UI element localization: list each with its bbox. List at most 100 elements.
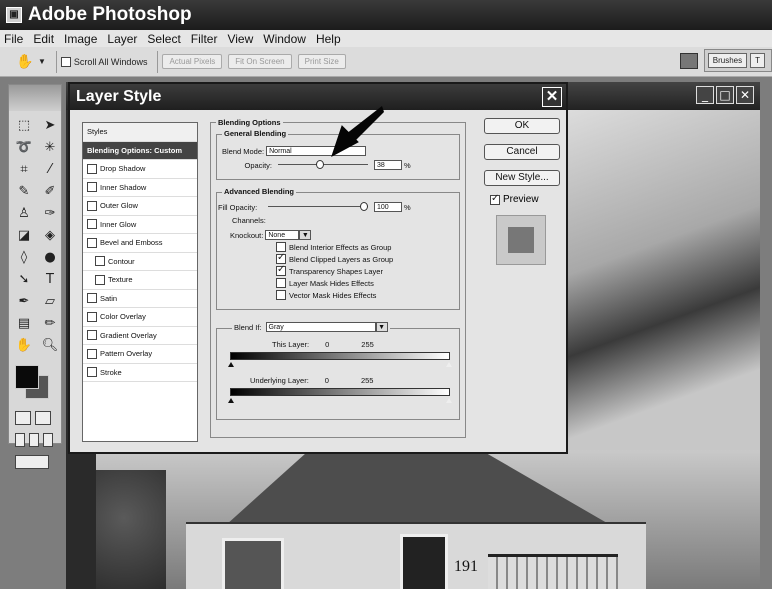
blur-tool-icon[interactable]: ◊ (12, 247, 36, 267)
outer-glow-checkbox[interactable] (87, 200, 97, 211)
style-gradient-overlay[interactable]: Gradient Overlay (83, 327, 197, 345)
style-color-overlay[interactable]: Color Overlay (83, 308, 197, 327)
magic-wand-tool-icon[interactable]: ✳ (38, 137, 62, 157)
chevron-down-icon[interactable]: ▼ (375, 322, 388, 332)
slice-tool-icon[interactable]: ⁄ (38, 159, 62, 179)
satin-checkbox[interactable] (87, 293, 97, 304)
crop-tool-icon[interactable]: ⌗ (12, 159, 36, 179)
fill-opacity-slider[interactable] (268, 202, 368, 212)
opacity-input[interactable]: 38 (374, 160, 402, 170)
underlying-black-handle[interactable] (228, 398, 234, 403)
marquee-tool-icon[interactable]: ⬚ (12, 115, 36, 135)
feather-icon[interactable] (9, 85, 61, 111)
jump-to-imageready-icon[interactable] (15, 455, 49, 469)
standard-mode-icon[interactable] (15, 411, 31, 425)
move-tool-icon[interactable]: ➤ (38, 115, 62, 135)
bevel-emboss-checkbox[interactable] (87, 237, 97, 248)
blend-interior-effects-checkbox[interactable] (276, 242, 286, 252)
vector-mask-hides-checkbox[interactable] (276, 290, 286, 300)
menu-layer[interactable]: Layer (107, 32, 137, 46)
screen-mode-standard-icon[interactable] (15, 433, 25, 447)
texture-checkbox[interactable] (95, 274, 105, 285)
eraser-tool-icon[interactable]: ◪ (12, 225, 36, 245)
fit-on-screen-button[interactable]: Fit On Screen (228, 54, 292, 69)
hand-tool-icon[interactable]: ✋ (12, 335, 36, 355)
new-style-button[interactable]: New Style... (484, 170, 560, 186)
gradient-overlay-checkbox[interactable] (87, 330, 97, 341)
zoom-tool-icon[interactable]: 🔍︎ (38, 335, 62, 355)
actual-pixels-button[interactable]: Actual Pixels (162, 54, 223, 69)
menu-select[interactable]: Select (147, 32, 180, 46)
stamp-tool-icon[interactable]: ♙ (12, 203, 36, 223)
cancel-button[interactable]: Cancel (484, 144, 560, 160)
style-texture[interactable]: Texture (83, 271, 197, 290)
dialog-close-icon[interactable]: ✕ (542, 87, 562, 107)
style-drop-shadow[interactable]: Drop Shadow (83, 160, 197, 179)
printer-icon[interactable] (679, 52, 698, 69)
menu-edit[interactable]: Edit (33, 32, 54, 46)
style-inner-shadow[interactable]: Inner Shadow (83, 179, 197, 197)
blend-clipped-layers-checkbox[interactable] (276, 252, 286, 264)
drop-shadow-checkbox[interactable] (87, 163, 97, 174)
path-selection-tool-icon[interactable]: ➘ (12, 269, 36, 289)
healing-brush-tool-icon[interactable]: ✎ (12, 181, 36, 201)
styles-header[interactable]: Styles (83, 123, 197, 142)
menu-image[interactable]: Image (64, 32, 97, 46)
chevron-down-icon[interactable]: ▼ (299, 230, 312, 240)
hand-tool-icon[interactable]: ✋ (14, 52, 36, 72)
inner-glow-checkbox[interactable] (87, 219, 97, 230)
menu-file[interactable]: File (4, 32, 23, 46)
notes-tool-icon[interactable]: ▤ (12, 313, 36, 333)
foreground-color-swatch[interactable] (15, 365, 39, 389)
layer-mask-hides-checkbox[interactable] (276, 278, 286, 288)
this-layer-black-handle[interactable] (228, 362, 234, 367)
menu-view[interactable]: View (227, 32, 253, 46)
pattern-overlay-checkbox[interactable] (87, 348, 97, 359)
dodge-tool-icon[interactable]: ● (38, 247, 62, 267)
blend-if-select[interactable]: Gray (265, 322, 376, 332)
style-outer-glow[interactable]: Outer Glow (83, 197, 197, 216)
brush-tool-icon[interactable]: ✐ (38, 181, 62, 201)
style-contour[interactable]: Contour (83, 253, 197, 271)
ok-button[interactable]: OK (484, 118, 560, 134)
tool-preset-dropdown-icon[interactable]: ▼ (38, 57, 46, 66)
underlying-white-handle[interactable] (446, 398, 452, 403)
menu-window[interactable]: Window (263, 32, 306, 46)
knockout-select[interactable]: None (265, 230, 300, 240)
tab-brushes[interactable]: Brushes (707, 53, 748, 68)
style-inner-glow[interactable]: Inner Glow (83, 216, 197, 234)
menu-filter[interactable]: Filter (191, 32, 218, 46)
shape-tool-icon[interactable]: ▱ (38, 291, 62, 311)
pen-tool-icon[interactable]: ✒ (12, 291, 36, 311)
style-blending-options[interactable]: Blending Options: Custom (83, 141, 197, 160)
minimize-icon[interactable]: _ (696, 86, 714, 104)
inner-shadow-checkbox[interactable] (87, 182, 97, 193)
transparency-shapes-checkbox[interactable] (276, 264, 286, 276)
fill-opacity-slider-thumb[interactable] (360, 202, 368, 211)
opacity-slider[interactable] (278, 160, 368, 170)
style-bevel-and-emboss[interactable]: Bevel and Emboss (83, 234, 197, 253)
menu-help[interactable]: Help (316, 32, 341, 46)
color-overlay-checkbox[interactable] (87, 311, 97, 322)
tab-tool-presets[interactable]: T (750, 53, 765, 68)
stroke-checkbox[interactable] (87, 367, 97, 378)
style-satin[interactable]: Satin (83, 290, 197, 308)
style-stroke[interactable]: Stroke (83, 364, 197, 382)
screen-mode-full-menu-icon[interactable] (29, 433, 39, 447)
lasso-tool-icon[interactable]: ➰ (12, 137, 36, 157)
this-layer-white-handle[interactable] (446, 362, 452, 367)
screen-mode-full-icon[interactable] (43, 433, 53, 447)
close-icon[interactable]: ✕ (736, 86, 754, 104)
eyedropper-tool-icon[interactable]: ✏ (38, 313, 62, 333)
style-pattern-overlay[interactable]: Pattern Overlay (83, 345, 197, 364)
quick-mask-mode-icon[interactable] (35, 411, 51, 425)
scroll-all-windows-checkbox[interactable] (60, 56, 71, 67)
print-size-button[interactable]: Print Size (297, 54, 346, 69)
preview-checkbox[interactable] (490, 193, 500, 205)
maximize-icon[interactable]: □ (716, 86, 734, 104)
fill-opacity-input[interactable]: 100 (374, 202, 402, 212)
opacity-slider-thumb[interactable] (316, 160, 324, 169)
history-brush-tool-icon[interactable]: ✑ (38, 203, 62, 223)
bucket-tool-icon[interactable]: ◈ (38, 225, 62, 245)
contour-checkbox[interactable] (95, 256, 105, 267)
